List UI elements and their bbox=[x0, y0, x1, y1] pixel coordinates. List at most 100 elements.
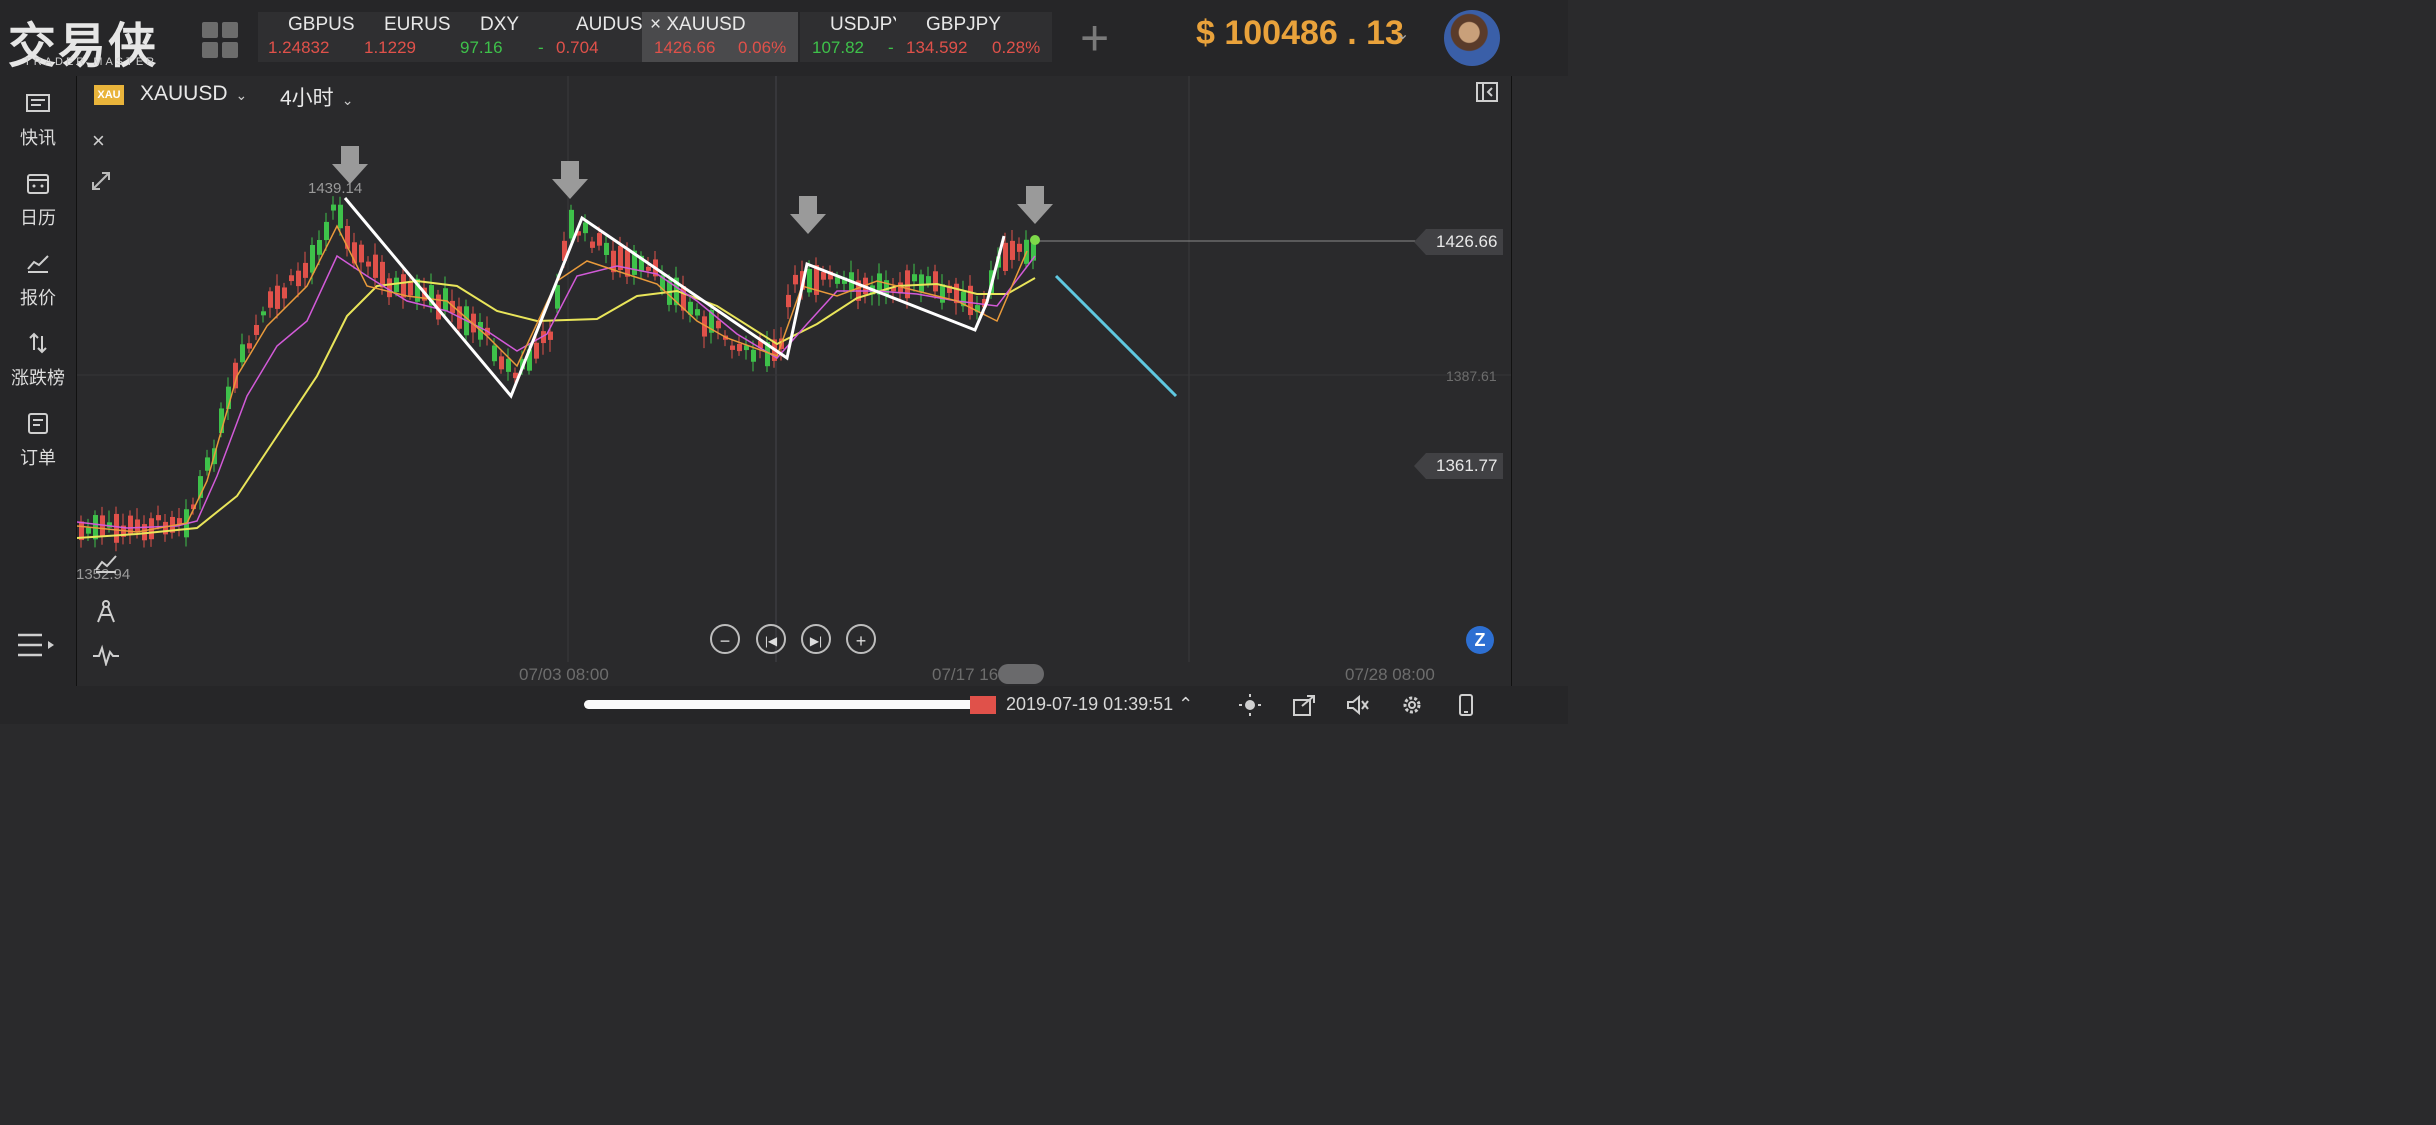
candle bbox=[695, 309, 700, 316]
candle bbox=[394, 277, 399, 293]
menu-icon[interactable] bbox=[18, 632, 56, 658]
candle bbox=[247, 343, 252, 349]
sidebar-item-calendar[interactable]: 日历 bbox=[0, 162, 76, 236]
down-arrow-icon bbox=[332, 146, 1053, 234]
grid-menu-icon[interactable] bbox=[200, 20, 240, 58]
high-price-label: 1439.14 bbox=[308, 180, 363, 197]
candle bbox=[100, 515, 105, 537]
candle bbox=[1010, 240, 1015, 260]
video-progress-bar[interactable] bbox=[584, 700, 986, 709]
ticker-dxy[interactable]: DXY 97.16 - bbox=[450, 12, 546, 62]
mute-icon[interactable] bbox=[1346, 694, 1370, 716]
jump-start-button[interactable]: |◀ bbox=[756, 624, 786, 654]
period-selector[interactable]: 4小时 ⌄ bbox=[280, 82, 353, 112]
symbol-badge: XAU bbox=[94, 85, 124, 105]
candle bbox=[716, 320, 721, 329]
candle bbox=[548, 331, 553, 340]
close-icon[interactable]: × bbox=[92, 128, 105, 154]
candle bbox=[940, 284, 945, 303]
candle bbox=[590, 241, 595, 248]
last-price-tag: 1426.66 bbox=[1414, 229, 1504, 255]
ticker-price: 1426.66 bbox=[654, 38, 716, 57]
ticker-audusd[interactable]: AUDUS 0.704 bbox=[546, 12, 642, 62]
price-chart[interactable] bbox=[77, 76, 1511, 662]
candle bbox=[604, 242, 609, 256]
period-label: 4小时 bbox=[280, 87, 334, 110]
ticker-symbol: DXY bbox=[480, 14, 520, 35]
order-list-icon bbox=[28, 413, 48, 434]
brightness-icon[interactable] bbox=[1238, 694, 1262, 716]
candle bbox=[919, 274, 924, 293]
sidebar-item-news[interactable]: 快讯 bbox=[0, 82, 76, 156]
ticker-gbpusd[interactable]: GBPUSI 1.24832 bbox=[258, 12, 354, 62]
shrink-icon[interactable] bbox=[90, 170, 112, 192]
ticker-symbol: GBPUSI bbox=[288, 14, 354, 35]
candle bbox=[751, 349, 756, 362]
sidebar-item-label: 快讯 bbox=[20, 128, 56, 148]
candle bbox=[331, 204, 336, 211]
candle bbox=[793, 274, 798, 285]
candle bbox=[380, 261, 385, 288]
calendar-icon bbox=[27, 174, 49, 194]
candle bbox=[1017, 243, 1022, 252]
sidebar-item-label: 涨跌榜 bbox=[11, 368, 65, 388]
chevron-down-icon[interactable]: ⌄ bbox=[1396, 24, 1409, 44]
candle bbox=[114, 513, 119, 543]
ticker-gbpjpy[interactable]: GBPJPY 134.592 0.28% bbox=[896, 12, 1052, 62]
zoom-in-button[interactable]: + bbox=[846, 624, 876, 654]
ticker-eurusd[interactable]: EURUSI 1.1229 bbox=[354, 12, 450, 62]
candle bbox=[569, 209, 574, 239]
candle bbox=[968, 285, 973, 316]
candle bbox=[163, 521, 168, 535]
gear-icon[interactable] bbox=[1400, 694, 1424, 716]
candle bbox=[555, 285, 560, 309]
drawing-tool-icon[interactable] bbox=[94, 598, 118, 624]
candle bbox=[254, 324, 259, 335]
collapse-panel-icon[interactable] bbox=[1476, 82, 1498, 102]
scroll-indicator[interactable] bbox=[998, 664, 1044, 684]
symbol-selector[interactable]: XAUUSD ⌄ bbox=[140, 82, 247, 106]
ticker-price: 1.24832 bbox=[268, 38, 330, 57]
candle bbox=[240, 344, 245, 363]
sidebar-item-label: 报价 bbox=[20, 288, 56, 308]
ticker-xauusd[interactable]: × XAUUSD 1426.66 0.06% bbox=[642, 12, 798, 62]
sidebar-item-label: 订单 bbox=[20, 448, 56, 468]
sidebar-item-quotes[interactable]: 报价 bbox=[0, 242, 76, 316]
candle bbox=[135, 519, 140, 533]
avatar[interactable] bbox=[1444, 10, 1500, 66]
candle bbox=[408, 280, 413, 296]
sidebar-item-label: 日历 bbox=[20, 208, 56, 228]
share-icon[interactable] bbox=[1292, 694, 1316, 716]
chevron-down-icon: ⌄ bbox=[341, 92, 354, 108]
axis-price-label: 1387.61 bbox=[1446, 368, 1497, 384]
candle bbox=[1003, 242, 1008, 271]
brand-z-icon: Z bbox=[1466, 626, 1494, 654]
ticker-price: 1.1229 bbox=[364, 38, 416, 57]
timestamp[interactable]: 2019-07-19 01:39:51 ⌃ bbox=[1006, 694, 1193, 715]
candle bbox=[289, 275, 294, 282]
candle bbox=[261, 311, 266, 316]
ticker-usdjpy[interactable]: USDJPY 107.82 - bbox=[800, 12, 896, 62]
indicator-icon[interactable] bbox=[94, 552, 118, 574]
add-ticker-button[interactable]: + bbox=[1080, 13, 1109, 63]
zoom-out-button[interactable]: − bbox=[710, 624, 740, 654]
ticker-change: - bbox=[538, 38, 544, 57]
grid-lines bbox=[77, 76, 1511, 662]
sidebar-item-movers[interactable]: 涨跌榜 bbox=[0, 322, 76, 396]
candle bbox=[345, 225, 350, 249]
candle bbox=[296, 270, 301, 287]
account-balance[interactable]: $ 100486 . 13 bbox=[1196, 14, 1404, 53]
candles bbox=[79, 196, 1036, 552]
ticker-price: 134.592 bbox=[906, 38, 968, 57]
jump-end-button[interactable]: ▶| bbox=[801, 624, 831, 654]
progress-knob[interactable] bbox=[970, 696, 996, 714]
candle bbox=[499, 356, 504, 370]
phone-icon[interactable] bbox=[1454, 694, 1478, 716]
chevron-down-icon: ⌄ bbox=[235, 87, 248, 103]
top-bar: 交易侠 TRADER MASTER GBPUSI 1.24832 EURUSI … bbox=[0, 0, 1568, 76]
x-axis-label: 07/03 08:00 bbox=[519, 665, 609, 684]
candle bbox=[625, 250, 630, 277]
candle bbox=[912, 274, 917, 282]
ticker-change: 0.28% bbox=[992, 38, 1041, 57]
sidebar-item-orders[interactable]: 订单 bbox=[0, 402, 76, 476]
